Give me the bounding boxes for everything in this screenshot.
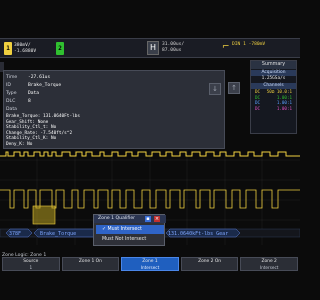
softkey-value: Intersect — [140, 264, 160, 270]
coupling: DC — [255, 105, 261, 111]
signal-detail-line: Brake_Torque: 131.0640Ft-lbs — [6, 114, 81, 119]
channel-1-offset: -1.6880V — [14, 48, 37, 54]
softkey-label: Zone 2 On — [198, 259, 222, 264]
summary-title[interactable]: Summary — [251, 61, 296, 69]
field-label: Data — [6, 106, 17, 112]
softkey-bar: Source 1 Zone 1 On Zone 1 Intersect Zone… — [0, 257, 300, 271]
arrow-down-icon: ↓ — [212, 85, 218, 93]
signal-details: Brake_Torque: 131.0640Ft-lbs Gear_Shift:… — [6, 114, 80, 148]
probe-ratio: 1.00:1 — [276, 105, 292, 111]
field-value: 8 — [28, 98, 31, 104]
softkey-label: Zone 1 On — [78, 259, 102, 264]
decode-label: 378F — [9, 231, 21, 237]
channel-summary-row: DC 1.00:1 — [251, 106, 296, 112]
listing-row-dlc: DLC 8 — [6, 98, 31, 104]
softkey-value: 1 — [29, 264, 33, 270]
softkey-zone-1-on[interactable]: Zone 1 On — [61, 257, 120, 271]
timebase-delay: 87.00us — [162, 48, 182, 53]
run-stop-button[interactable]: H — [147, 41, 159, 55]
signal-detail-line: Deny_K: No — [6, 141, 33, 147]
maximize-icon[interactable]: ▪ — [145, 216, 151, 222]
channel-1-badge[interactable]: 1 — [4, 42, 12, 55]
field-value: Data — [28, 90, 40, 96]
decode-label: 131.0640kFt-lbs Gear — [168, 231, 228, 237]
timebase-status[interactable]: 31.00us/ 87.00us — [162, 42, 184, 54]
zone-1-box[interactable] — [32, 205, 56, 225]
softkey-zone-1-qualifier[interactable]: Zone 1 Intersect — [121, 257, 179, 271]
scroll-up-button[interactable]: ↑ — [228, 82, 240, 94]
field-label: Type — [6, 90, 17, 96]
listing-row-time: Time -27.61us — [6, 74, 50, 80]
listing-row-data: Data — [6, 106, 28, 112]
softkey-source[interactable]: Source 1 — [2, 257, 60, 271]
close-icon[interactable]: × — [154, 216, 160, 222]
field-value: Brake_Torque — [28, 82, 62, 88]
qualifier-option-must-not-intersect[interactable]: Must Not Intersect — [96, 235, 164, 244]
field-label: DLC — [6, 98, 16, 104]
bus-data-trace — [0, 189, 300, 209]
option-label: Must Not Intersect — [102, 237, 147, 242]
zone-qualifier-header: Zone 1 Qualifier ▪ × — [94, 215, 166, 223]
field-value: -27.61us — [28, 74, 51, 80]
arrow-up-icon: ↑ — [231, 84, 237, 92]
listing-row-type: Type Data — [6, 90, 39, 96]
channel-1-status[interactable]: 1 380mV/ -1.6880V — [4, 42, 36, 55]
decode-listing-panel: Time -27.61us ID Brake_Torque Type Data … — [3, 70, 225, 149]
summary-panel: Summary Acquisition 1.25GSa/s Channels D… — [250, 60, 297, 134]
sample-rate: 1.25GSa/s — [261, 76, 286, 81]
qualifier-option-must-intersect[interactable]: ✓ Must Intersect — [96, 225, 164, 234]
field-label: ID — [6, 82, 11, 88]
softkey-value: Intersect — [259, 264, 279, 270]
scroll-down-button[interactable]: ↓ — [209, 83, 221, 95]
trigger-level: DIN 1 -780mV — [232, 42, 266, 47]
decode-label: Brake_Torque — [40, 231, 76, 237]
channel-2-badge[interactable]: 2 — [56, 42, 64, 55]
channel-2-status[interactable]: 2 — [56, 42, 64, 55]
channel-status-bar: 1 380mV/ -1.6880V 2 H 31.00us/ 87.00us ⌐… — [0, 38, 300, 58]
softkey-zone-2-on[interactable]: Zone 2 On — [180, 257, 239, 271]
option-label: Must Intersect — [107, 227, 142, 232]
softkey-zone-2-qualifier[interactable]: Zone 2 Intersect — [240, 257, 298, 271]
listing-row-id: ID Brake_Torque — [6, 82, 61, 88]
trigger-edge-icon: ⌐ — [222, 42, 230, 52]
zone-qualifier-title: Zone 1 Qualifier — [98, 216, 136, 221]
zone-qualifier-menu[interactable]: Zone 1 Qualifier ▪ × ✓ Must Intersect Mu… — [93, 214, 166, 246]
field-label: Time — [6, 74, 18, 80]
trigger-status[interactable]: DIN 1 -780mV — [232, 42, 265, 48]
